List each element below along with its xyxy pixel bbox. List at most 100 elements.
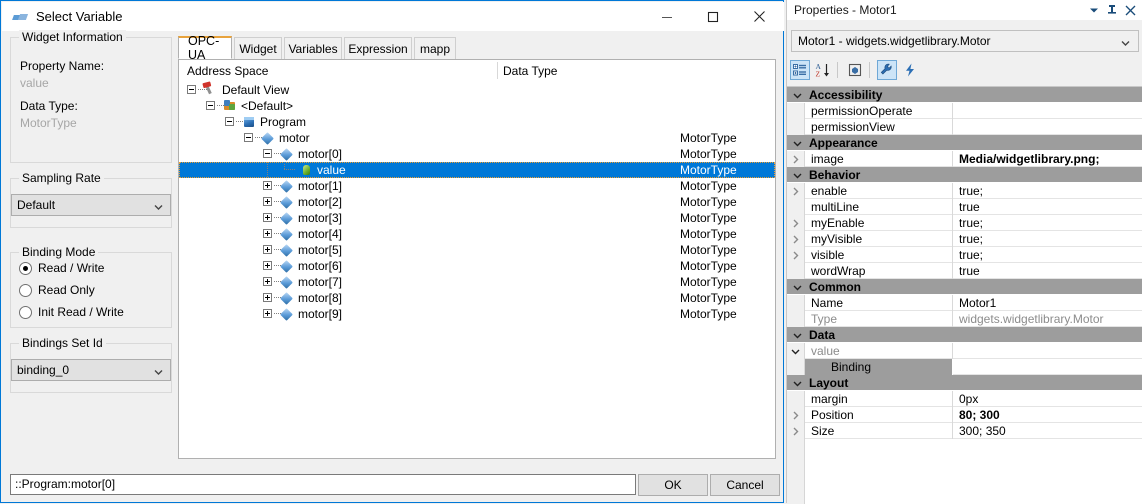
chevron-down-icon[interactable] <box>791 375 803 391</box>
property-category-appearance[interactable]: Appearance <box>787 135 1142 151</box>
collapse-icon[interactable] <box>263 149 272 158</box>
property-category-layout[interactable]: Layout <box>787 375 1142 391</box>
events-lightning-icon[interactable] <box>900 60 920 80</box>
property-category-accessibility[interactable]: Accessibility <box>787 87 1142 103</box>
tree-row[interactable]: motor[0] MotorType <box>179 146 775 162</box>
tree-row-selected[interactable]: value MotorType <box>179 162 775 178</box>
expand-icon[interactable] <box>263 213 272 222</box>
radio-init-read-write[interactable]: Init Read / Write <box>19 305 124 319</box>
maximize-button[interactable] <box>690 2 736 31</box>
chevron-right-icon[interactable] <box>787 423 805 439</box>
property-grid[interactable]: Accessibility permissionOperate permission… <box>787 86 1142 504</box>
property-value[interactable]: 300; 350 <box>953 423 1142 439</box>
property-row-margin[interactable]: margin 0px <box>787 391 1142 407</box>
property-row-wordwrap[interactable]: wordWrap true <box>787 263 1142 279</box>
tree-row[interactable]: motor[9] MotorType <box>179 306 775 322</box>
chevron-right-icon[interactable] <box>787 247 805 263</box>
collapse-icon[interactable] <box>206 101 215 110</box>
column-divider[interactable] <box>497 62 498 79</box>
property-value[interactable]: true <box>953 199 1142 215</box>
tree-row[interactable]: motor[5] MotorType <box>179 242 775 258</box>
property-row-myenable[interactable]: myEnable true; <box>787 215 1142 231</box>
tab-widget[interactable]: Widget <box>234 37 282 59</box>
property-value[interactable]: true; <box>953 231 1142 247</box>
chevron-right-icon[interactable] <box>787 231 805 247</box>
expand-icon[interactable] <box>263 309 272 318</box>
object-selector[interactable]: Motor1 - widgets.widgetlibrary.Motor <box>791 30 1139 52</box>
property-value[interactable]: widgets.widgetlibrary.Motor <box>953 311 1142 327</box>
tree-row[interactable]: <Default> <box>179 98 775 114</box>
property-row-position[interactable]: Position 80; 300 <box>787 407 1142 423</box>
tree-row[interactable]: motor[7] MotorType <box>179 274 775 290</box>
expand-icon[interactable] <box>263 245 272 254</box>
tab-variables[interactable]: Variables <box>284 37 342 59</box>
chevron-right-icon[interactable] <box>787 151 805 167</box>
property-row-size[interactable]: Size 300; 350 <box>787 423 1142 439</box>
collapse-icon[interactable] <box>244 133 253 142</box>
tab-expression[interactable]: Expression <box>344 37 412 59</box>
alphabetical-sort-icon[interactable]: A Z <box>813 60 833 80</box>
chevron-down-icon[interactable] <box>791 135 803 151</box>
tree-row[interactable]: motor[2] MotorType <box>179 194 775 210</box>
chevron-right-icon[interactable] <box>787 407 805 423</box>
tab-opc-ua[interactable]: OPC-UA <box>178 34 232 62</box>
expand-icon[interactable] <box>263 229 272 238</box>
property-row-permissionoperate[interactable]: permissionOperate <box>787 103 1142 119</box>
chevron-right-icon[interactable] <box>787 215 805 231</box>
property-value[interactable]: 80; 300 <box>953 407 1142 423</box>
bindings-set-id-select[interactable]: binding_0 <box>11 359 171 381</box>
chevron-down-icon[interactable] <box>791 327 803 343</box>
property-row-multiline[interactable]: multiLine true <box>787 199 1142 215</box>
expand-icon[interactable] <box>263 181 272 190</box>
sampling-rate-select[interactable]: Default <box>11 194 171 216</box>
property-row-binding[interactable]: Binding <box>787 359 1142 375</box>
radio-read-write[interactable]: Read / Write <box>19 261 104 275</box>
dropdown-menu-icon[interactable] <box>1085 0 1103 20</box>
collapse-icon[interactable] <box>187 85 196 94</box>
tree-row[interactable]: Program <box>179 114 775 130</box>
close-button[interactable] <box>736 2 782 31</box>
minimize-button[interactable] <box>644 2 690 31</box>
property-category-data[interactable]: Data <box>787 327 1142 343</box>
ok-button[interactable]: OK <box>638 474 708 496</box>
pin-icon[interactable] <box>1103 0 1121 20</box>
property-value[interactable] <box>953 359 1142 375</box>
property-row-name[interactable]: Name Motor1 <box>787 295 1142 311</box>
property-value[interactable]: true; <box>953 247 1142 263</box>
property-row-permissionview[interactable]: permissionView <box>787 119 1142 135</box>
categorized-view-icon[interactable] <box>790 60 810 80</box>
variable-path-input[interactable]: ::Program:motor[0] <box>10 474 636 495</box>
property-row-image[interactable]: image Media/widgetlibrary.png; <box>787 151 1142 167</box>
radio-read-only[interactable]: Read Only <box>19 283 95 297</box>
cancel-button[interactable]: Cancel <box>710 474 780 496</box>
chevron-right-icon[interactable] <box>787 183 805 199</box>
property-value[interactable]: 0px <box>953 391 1142 407</box>
chevron-down-icon[interactable] <box>787 343 805 359</box>
tab-mapp[interactable]: mapp <box>414 37 456 59</box>
property-row-myvisible[interactable]: myVisible true; <box>787 231 1142 247</box>
property-value[interactable]: true <box>953 263 1142 279</box>
property-value[interactable] <box>953 343 1142 359</box>
property-category-common[interactable]: Common <box>787 279 1142 295</box>
expand-icon[interactable] <box>263 197 272 206</box>
property-value[interactable]: true; <box>953 183 1142 199</box>
property-value[interactable]: Motor1 <box>953 295 1142 311</box>
property-pages-icon[interactable] <box>877 60 897 80</box>
property-value[interactable] <box>953 119 1142 135</box>
chevron-down-icon[interactable] <box>791 279 803 295</box>
tree-row[interactable]: motor[3] MotorType <box>179 210 775 226</box>
collapse-icon[interactable] <box>225 117 234 126</box>
chevron-down-icon[interactable] <box>791 167 803 183</box>
close-icon[interactable] <box>1121 0 1139 20</box>
tree-row[interactable]: motor[4] MotorType <box>179 226 775 242</box>
expand-icon[interactable] <box>263 261 272 270</box>
address-space-tree[interactable]: Default View <Default> Program motor MotorTy… <box>179 82 775 322</box>
tree-row[interactable]: motor[8] MotorType <box>179 290 775 306</box>
property-value[interactable]: true; <box>953 215 1142 231</box>
property-row-visible[interactable]: visible true; <box>787 247 1142 263</box>
expand-icon[interactable] <box>263 293 272 302</box>
tree-row[interactable]: motor MotorType <box>179 130 775 146</box>
property-category-behavior[interactable]: Behavior <box>787 167 1142 183</box>
object-browser-icon[interactable] <box>845 60 865 80</box>
chevron-down-icon[interactable] <box>791 87 803 103</box>
